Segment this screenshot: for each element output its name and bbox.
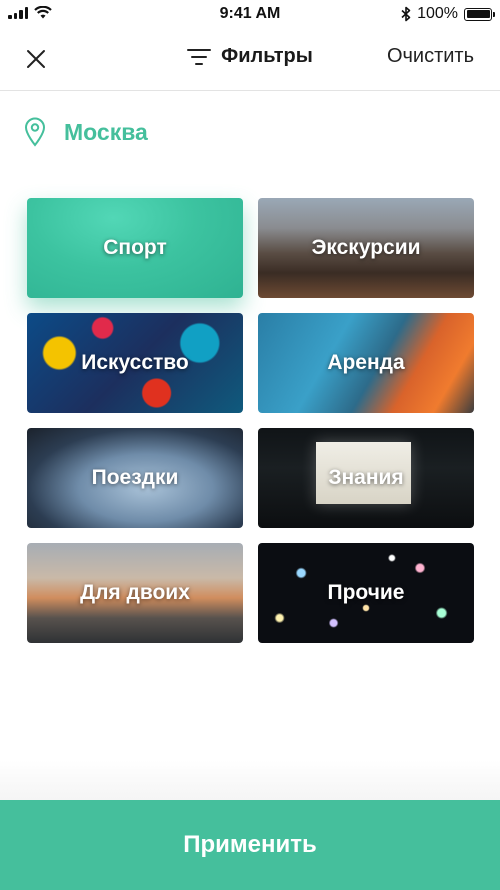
nav-bar: Фильтры Очистить: [0, 28, 500, 91]
location-city: Москва: [64, 118, 148, 145]
filter-icon: [187, 48, 212, 65]
apply-button-label: Применить: [183, 831, 317, 858]
location-pin-icon: [24, 117, 46, 147]
category-tile-other[interactable]: Прочие: [258, 543, 474, 643]
category-tile-knowledge[interactable]: Знания: [258, 428, 474, 528]
category-tile-trips[interactable]: Поездки: [27, 428, 243, 528]
battery-icon: [464, 7, 495, 21]
category-label: Аренда: [327, 351, 405, 374]
category-label: Экскурсии: [311, 236, 421, 259]
apply-button[interactable]: Применить: [0, 800, 500, 890]
battery-fill: [466, 10, 490, 18]
status-right: 100%: [401, 5, 495, 23]
category-tile-rent[interactable]: Аренда: [258, 313, 474, 413]
category-label: Спорт: [103, 236, 167, 259]
category-tile-sport[interactable]: Спорт: [27, 198, 243, 298]
bottom-fade: [0, 760, 500, 800]
battery-percent: 100%: [417, 5, 458, 22]
category-tile-art[interactable]: Искусство: [27, 313, 243, 413]
category-label: Искусство: [81, 351, 189, 374]
bluetooth-icon: [401, 6, 411, 22]
category-label: Поездки: [91, 466, 179, 489]
category-label: Для двоих: [80, 581, 190, 604]
clear-button[interactable]: Очистить: [387, 45, 474, 68]
status-bar: 9:41 AM 100%: [0, 0, 500, 28]
category-tile-couple[interactable]: Для двоих: [27, 543, 243, 643]
page-title: Фильтры: [221, 45, 313, 67]
category-tile-excursions[interactable]: Экскурсии: [258, 198, 474, 298]
category-label: Знания: [328, 466, 404, 489]
category-label: Прочие: [327, 581, 405, 604]
location-selector[interactable]: Москва: [24, 116, 148, 148]
